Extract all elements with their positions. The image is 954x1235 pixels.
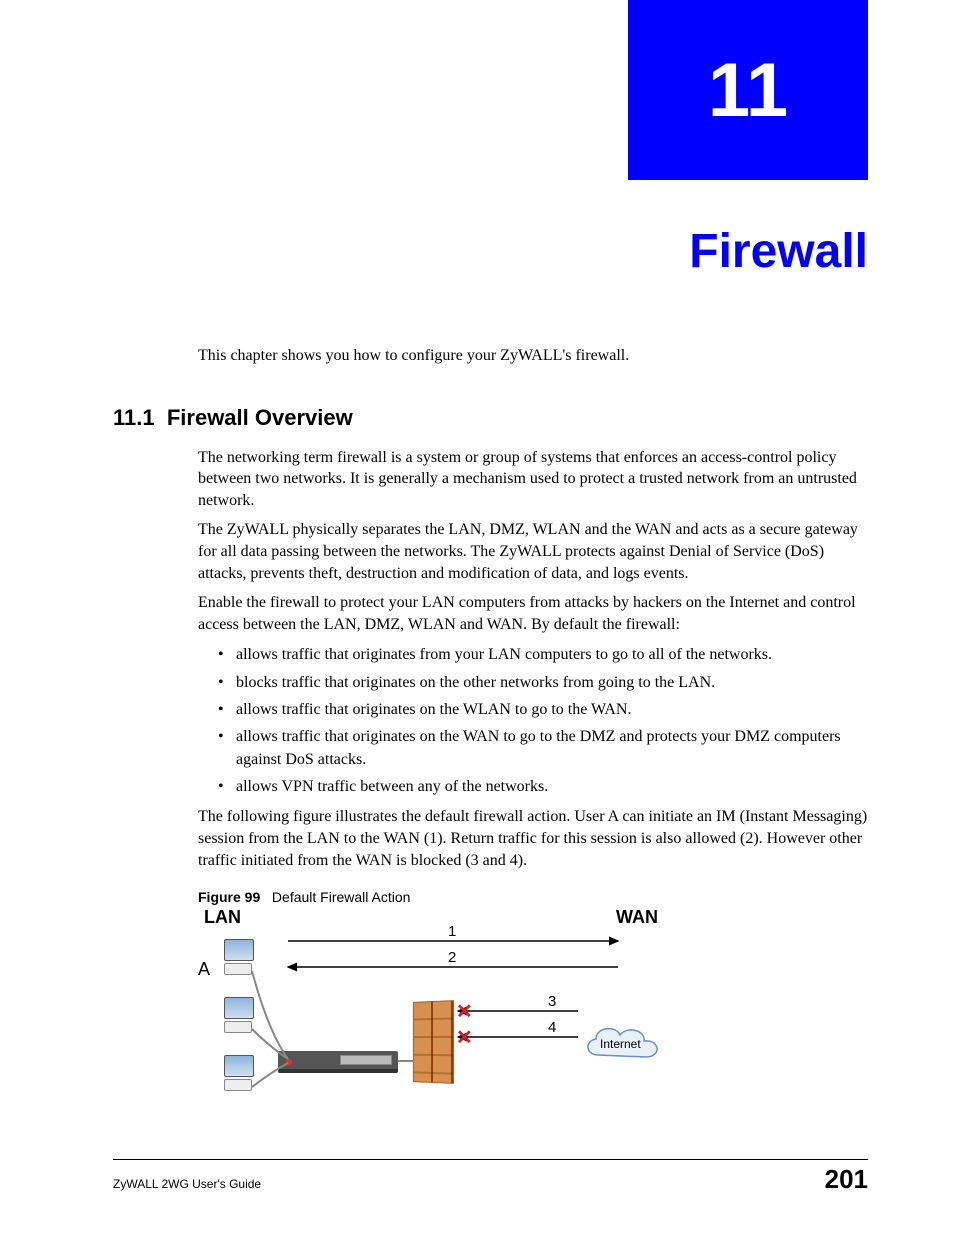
bullet-item: allows traffic that originates on the WA… xyxy=(218,725,868,771)
page-footer: ZyWALL 2WG User's Guide 201 xyxy=(113,1159,868,1195)
paragraph-3: Enable the firewall to protect your LAN … xyxy=(198,592,868,635)
chapter-number-box: 11 xyxy=(628,0,868,180)
paragraph-1: The networking term firewall is a system… xyxy=(198,447,868,512)
bullet-item: allows VPN traffic between any of the ne… xyxy=(218,775,868,798)
arrow-3-label: 3 xyxy=(548,993,556,1010)
chapter-title: Firewall xyxy=(689,224,868,279)
arrow-1-label: 1 xyxy=(448,923,456,940)
bullet-item: allows traffic that originates from your… xyxy=(218,643,868,666)
bullet-item: blocks traffic that originates on the ot… xyxy=(218,671,868,694)
arrow-4-label: 4 xyxy=(548,1019,556,1036)
section-heading: 11.1 Firewall Overview xyxy=(113,405,868,431)
blocked-x-icon: ✕ xyxy=(456,1025,473,1050)
arrows-overlay xyxy=(198,911,688,1121)
figure-title: Default Firewall Action xyxy=(272,889,411,905)
chapter-number: 11 xyxy=(708,47,788,134)
bullet-list: allows traffic that originates from your… xyxy=(218,643,868,798)
section-title: Firewall Overview xyxy=(167,405,353,430)
arrow-2-label: 2 xyxy=(448,949,456,966)
paragraph-4: The following figure illustrates the def… xyxy=(198,806,868,871)
bullet-item: allows traffic that originates on the WL… xyxy=(218,698,868,721)
footer-guide-title: ZyWALL 2WG User's Guide xyxy=(113,1177,261,1191)
content-area: This chapter shows you how to configure … xyxy=(113,345,868,1121)
paragraph-2: The ZyWALL physically separates the LAN,… xyxy=(198,519,868,584)
section-number: 11.1 xyxy=(113,405,155,430)
page-number: 201 xyxy=(825,1164,868,1195)
figure-caption: Figure 99 Default Firewall Action xyxy=(198,889,868,905)
page: 11 Firewall This chapter shows you how t… xyxy=(0,0,954,1235)
figure-diagram: LAN WAN A Internet xyxy=(198,911,688,1121)
figure-number: Figure 99 xyxy=(198,889,260,905)
intro-paragraph: This chapter shows you how to configure … xyxy=(198,345,868,367)
blocked-x-icon: ✕ xyxy=(456,999,473,1024)
